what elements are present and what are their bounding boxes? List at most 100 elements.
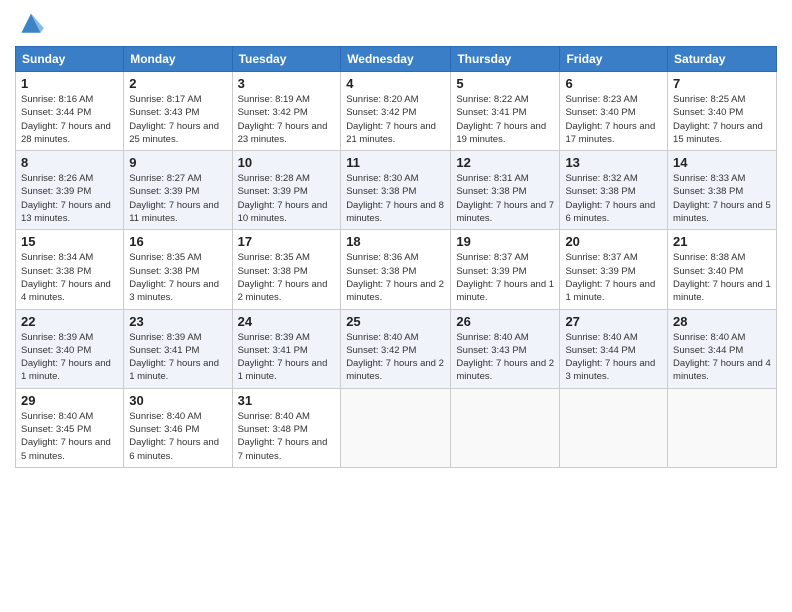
day-number: 15 xyxy=(21,234,118,249)
day-number: 19 xyxy=(456,234,554,249)
weekday-header-friday: Friday xyxy=(560,47,668,72)
day-info: Sunrise: 8:27 AMSunset: 3:39 PMDaylight:… xyxy=(129,172,226,225)
day-number: 29 xyxy=(21,393,118,408)
day-number: 28 xyxy=(673,314,771,329)
day-number: 20 xyxy=(565,234,662,249)
calendar-cell: 12 Sunrise: 8:31 AMSunset: 3:38 PMDayligh… xyxy=(451,151,560,230)
day-info: Sunrise: 8:31 AMSunset: 3:38 PMDaylight:… xyxy=(456,172,554,225)
day-number: 13 xyxy=(565,155,662,170)
day-number: 16 xyxy=(129,234,226,249)
day-info: Sunrise: 8:39 AMSunset: 3:40 PMDaylight:… xyxy=(21,331,118,384)
calendar-cell: 19 Sunrise: 8:37 AMSunset: 3:39 PMDayligh… xyxy=(451,230,560,309)
calendar-cell: 18 Sunrise: 8:36 AMSunset: 3:38 PMDayligh… xyxy=(341,230,451,309)
day-info: Sunrise: 8:36 AMSunset: 3:38 PMDaylight:… xyxy=(346,251,445,304)
day-info: Sunrise: 8:34 AMSunset: 3:38 PMDaylight:… xyxy=(21,251,118,304)
day-number: 22 xyxy=(21,314,118,329)
day-number: 14 xyxy=(673,155,771,170)
page: SundayMondayTuesdayWednesdayThursdayFrid… xyxy=(0,0,792,612)
weekday-header-saturday: Saturday xyxy=(668,47,777,72)
day-info: Sunrise: 8:17 AMSunset: 3:43 PMDaylight:… xyxy=(129,93,226,146)
calendar-cell: 28 Sunrise: 8:40 AMSunset: 3:44 PMDayligh… xyxy=(668,309,777,388)
calendar-cell: 16 Sunrise: 8:35 AMSunset: 3:38 PMDayligh… xyxy=(124,230,232,309)
day-number: 17 xyxy=(238,234,336,249)
day-info: Sunrise: 8:40 AMSunset: 3:43 PMDaylight:… xyxy=(456,331,554,384)
day-info: Sunrise: 8:16 AMSunset: 3:44 PMDaylight:… xyxy=(21,93,118,146)
day-info: Sunrise: 8:35 AMSunset: 3:38 PMDaylight:… xyxy=(238,251,336,304)
day-number: 11 xyxy=(346,155,445,170)
day-info: Sunrise: 8:40 AMSunset: 3:45 PMDaylight:… xyxy=(21,410,118,463)
day-info: Sunrise: 8:39 AMSunset: 3:41 PMDaylight:… xyxy=(238,331,336,384)
calendar-cell: 15 Sunrise: 8:34 AMSunset: 3:38 PMDayligh… xyxy=(16,230,124,309)
day-info: Sunrise: 8:40 AMSunset: 3:42 PMDaylight:… xyxy=(346,331,445,384)
calendar-cell: 11 Sunrise: 8:30 AMSunset: 3:38 PMDayligh… xyxy=(341,151,451,230)
day-info: Sunrise: 8:38 AMSunset: 3:40 PMDaylight:… xyxy=(673,251,771,304)
calendar-week-row: 29 Sunrise: 8:40 AMSunset: 3:45 PMDayligh… xyxy=(16,388,777,467)
calendar-cell: 24 Sunrise: 8:39 AMSunset: 3:41 PMDayligh… xyxy=(232,309,341,388)
calendar-cell: 31 Sunrise: 8:40 AMSunset: 3:48 PMDayligh… xyxy=(232,388,341,467)
calendar-week-row: 1 Sunrise: 8:16 AMSunset: 3:44 PMDaylight… xyxy=(16,72,777,151)
generalblue-logo-icon xyxy=(15,10,47,38)
calendar-cell: 23 Sunrise: 8:39 AMSunset: 3:41 PMDayligh… xyxy=(124,309,232,388)
calendar-cell: 8 Sunrise: 8:26 AMSunset: 3:39 PMDaylight… xyxy=(16,151,124,230)
day-number: 1 xyxy=(21,76,118,91)
day-number: 26 xyxy=(456,314,554,329)
calendar-cell: 7 Sunrise: 8:25 AMSunset: 3:40 PMDaylight… xyxy=(668,72,777,151)
calendar-cell xyxy=(668,388,777,467)
day-info: Sunrise: 8:37 AMSunset: 3:39 PMDaylight:… xyxy=(456,251,554,304)
calendar-cell: 13 Sunrise: 8:32 AMSunset: 3:38 PMDayligh… xyxy=(560,151,668,230)
calendar-cell: 2 Sunrise: 8:17 AMSunset: 3:43 PMDaylight… xyxy=(124,72,232,151)
day-number: 7 xyxy=(673,76,771,91)
calendar-cell xyxy=(341,388,451,467)
day-number: 27 xyxy=(565,314,662,329)
calendar-cell: 14Sunrise: 8:33 AMSunset: 3:38 PMDayligh… xyxy=(668,151,777,230)
day-number: 25 xyxy=(346,314,445,329)
day-number: 9 xyxy=(129,155,226,170)
day-info: Sunrise: 8:32 AMSunset: 3:38 PMDaylight:… xyxy=(565,172,662,225)
calendar-cell: 29 Sunrise: 8:40 AMSunset: 3:45 PMDayligh… xyxy=(16,388,124,467)
day-info: Sunrise: 8:28 AMSunset: 3:39 PMDaylight:… xyxy=(238,172,336,225)
calendar-cell: 30 Sunrise: 8:40 AMSunset: 3:46 PMDayligh… xyxy=(124,388,232,467)
day-info: Sunrise: 8:25 AMSunset: 3:40 PMDaylight:… xyxy=(673,93,771,146)
day-info: Sunrise: 8:40 AMSunset: 3:46 PMDaylight:… xyxy=(129,410,226,463)
day-info: Sunrise: 8:26 AMSunset: 3:39 PMDaylight:… xyxy=(21,172,118,225)
day-number: 3 xyxy=(238,76,336,91)
day-info: Sunrise: 8:40 AMSunset: 3:44 PMDaylight:… xyxy=(673,331,771,384)
day-info: Sunrise: 8:35 AMSunset: 3:38 PMDaylight:… xyxy=(129,251,226,304)
day-info: Sunrise: 8:23 AMSunset: 3:40 PMDaylight:… xyxy=(565,93,662,146)
day-info: Sunrise: 8:39 AMSunset: 3:41 PMDaylight:… xyxy=(129,331,226,384)
day-number: 12 xyxy=(456,155,554,170)
weekday-header-wednesday: Wednesday xyxy=(341,47,451,72)
calendar-cell: 4 Sunrise: 8:20 AMSunset: 3:42 PMDaylight… xyxy=(341,72,451,151)
calendar-cell: 1 Sunrise: 8:16 AMSunset: 3:44 PMDaylight… xyxy=(16,72,124,151)
weekday-header-tuesday: Tuesday xyxy=(232,47,341,72)
day-number: 30 xyxy=(129,393,226,408)
day-info: Sunrise: 8:20 AMSunset: 3:42 PMDaylight:… xyxy=(346,93,445,146)
calendar-cell: 21 Sunrise: 8:38 AMSunset: 3:40 PMDayligh… xyxy=(668,230,777,309)
calendar-header-row: SundayMondayTuesdayWednesdayThursdayFrid… xyxy=(16,47,777,72)
logo xyxy=(15,10,51,38)
calendar-week-row: 15 Sunrise: 8:34 AMSunset: 3:38 PMDayligh… xyxy=(16,230,777,309)
calendar-cell: 10Sunrise: 8:28 AMSunset: 3:39 PMDayligh… xyxy=(232,151,341,230)
day-info: Sunrise: 8:40 AMSunset: 3:48 PMDaylight:… xyxy=(238,410,336,463)
day-number: 21 xyxy=(673,234,771,249)
calendar-cell: 17 Sunrise: 8:35 AMSunset: 3:38 PMDayligh… xyxy=(232,230,341,309)
day-number: 5 xyxy=(456,76,554,91)
day-number: 31 xyxy=(238,393,336,408)
calendar-cell: 9 Sunrise: 8:27 AMSunset: 3:39 PMDaylight… xyxy=(124,151,232,230)
weekday-header-monday: Monday xyxy=(124,47,232,72)
header xyxy=(15,10,777,38)
day-number: 4 xyxy=(346,76,445,91)
day-number: 18 xyxy=(346,234,445,249)
day-number: 8 xyxy=(21,155,118,170)
calendar-table: SundayMondayTuesdayWednesdayThursdayFrid… xyxy=(15,46,777,468)
calendar-cell: 3Sunrise: 8:19 AMSunset: 3:42 PMDaylight… xyxy=(232,72,341,151)
day-number: 23 xyxy=(129,314,226,329)
calendar-cell: 20Sunrise: 8:37 AMSunset: 3:39 PMDayligh… xyxy=(560,230,668,309)
weekday-header-sunday: Sunday xyxy=(16,47,124,72)
day-info: Sunrise: 8:30 AMSunset: 3:38 PMDaylight:… xyxy=(346,172,445,225)
day-info: Sunrise: 8:22 AMSunset: 3:41 PMDaylight:… xyxy=(456,93,554,146)
day-number: 24 xyxy=(238,314,336,329)
calendar-week-row: 22 Sunrise: 8:39 AMSunset: 3:40 PMDayligh… xyxy=(16,309,777,388)
day-number: 2 xyxy=(129,76,226,91)
day-info: Sunrise: 8:40 AMSunset: 3:44 PMDaylight:… xyxy=(565,331,662,384)
